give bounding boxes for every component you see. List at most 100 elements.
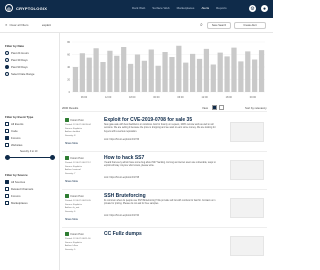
histogram-bar[interactable] [258, 50, 265, 92]
card-title[interactable]: SSH Bruteforcing [104, 193, 146, 199]
result-card[interactable]: Forum Post Posted: 12.06.21 08:19:05 Sour… [62, 190, 267, 228]
severity-label: Severity 4 to 10 [20, 150, 38, 153]
nav-link-alerts[interactable]: Alerts [201, 6, 209, 10]
card-meta: Posted: 12.06.21 08:19:05 Source: Exploit… [65, 200, 91, 214]
x-tick-label: 00:00 [153, 96, 160, 99]
checkbox-icon [5, 180, 9, 184]
date-option-label: Past 30 Days [11, 58, 28, 62]
badge-label: Forum Post [70, 232, 84, 236]
create-alert-button[interactable]: Create Alert [234, 22, 266, 29]
forum-post-badge: Forum Post [65, 156, 83, 160]
logo-icon: ◎ [5, 4, 13, 12]
card-body: I heard that every admin have some bug a… [104, 162, 216, 168]
histogram-bar[interactable] [169, 57, 175, 92]
radio-icon [5, 72, 9, 76]
event-option-websites[interactable]: Websites [5, 143, 22, 147]
source-option-all[interactable]: All Sources [5, 180, 25, 184]
event-option-forums[interactable]: Forums [5, 136, 20, 140]
slider-min-handle[interactable] [5, 155, 10, 160]
logo[interactable]: ◎ CRYPTOLOGIX [5, 4, 47, 12]
histogram-bar[interactable] [79, 53, 85, 92]
sort-dropdown[interactable]: Sort by relevancy [245, 106, 267, 110]
histogram-bar[interactable] [190, 53, 196, 92]
slider-max-handle[interactable] [50, 155, 55, 160]
save-search-button[interactable]: Save Search [207, 22, 231, 29]
x-tick-label: 12:00 [105, 96, 112, 99]
user-avatar-icon[interactable]: ● [261, 5, 268, 12]
histogram-bar[interactable] [183, 62, 189, 92]
histogram-bar[interactable] [217, 52, 223, 92]
forum-icon [65, 232, 69, 236]
share-more-link[interactable]: Share More [65, 180, 78, 183]
nav-link-reports[interactable]: Reports [216, 6, 227, 10]
date-option-90d[interactable]: Past 90 Days [5, 65, 28, 69]
date-option-30d[interactable]: Past 30 Days [5, 58, 28, 62]
source-option-marketplaces[interactable]: Marketplaces [5, 201, 28, 205]
histogram-bar[interactable] [238, 61, 244, 92]
card-title[interactable]: Exploit for CVE-2019-0708 for sale 35 [104, 117, 192, 123]
histogram-bar[interactable] [245, 51, 251, 92]
histogram-bar[interactable] [210, 64, 216, 93]
histogram-bar[interactable] [176, 45, 182, 92]
radio-icon [5, 65, 9, 69]
nav-link-marketplaces[interactable]: Marketplaces [177, 6, 195, 10]
histogram-bar[interactable] [162, 52, 168, 92]
share-more-link[interactable]: Share More [65, 218, 78, 221]
forum-icon [65, 156, 69, 160]
histogram-bar[interactable] [93, 48, 99, 92]
nav-link-surface-web[interactable]: Surface Web [152, 6, 169, 10]
event-option-all[interactable]: All Events [5, 122, 23, 126]
clear-filters-button[interactable]: ✕ Clear all filters [5, 23, 29, 27]
result-card[interactable]: Forum Post Posted: 12.06.21 08:11:50 Sour… [62, 228, 267, 270]
histogram-bar[interactable] [196, 58, 203, 92]
histogram-bar[interactable] [203, 48, 210, 92]
histogram-bar[interactable] [134, 54, 141, 93]
clear-filters-label: Clear all filters [9, 23, 29, 27]
card-title[interactable]: CC Fullz dumps [104, 231, 142, 237]
radio-icon [5, 51, 9, 55]
share-more-link[interactable]: Share More [65, 142, 78, 145]
histogram-bar[interactable] [114, 55, 120, 92]
histogram-bar[interactable] [155, 65, 161, 92]
forum-post-badge: Forum Post [65, 118, 83, 122]
search-bar: ✕ Clear all filters exploit ⌕ Save Searc… [0, 18, 273, 33]
badge-label: Forum Post [70, 156, 84, 160]
radio-icon [5, 58, 9, 62]
histogram-bar[interactable] [107, 50, 113, 92]
histogram-bar[interactable] [72, 67, 79, 92]
event-option-label: Code [11, 129, 18, 133]
histogram-bar[interactable] [252, 59, 258, 93]
x-tick-label: 18:00 [129, 96, 136, 99]
histogram-bar[interactable] [121, 47, 127, 92]
event-option-code[interactable]: Code [5, 129, 18, 133]
result-card[interactable]: Forum Post Posted: 12.06.21 08:33:44 Sour… [62, 114, 267, 152]
histogram-bar[interactable] [231, 47, 237, 92]
x-tick-label: 18:00 [226, 96, 233, 99]
nav-link-dark-web[interactable]: Dark Web [132, 6, 145, 10]
source-option-forums[interactable]: Forums [5, 194, 20, 198]
histogram-bar[interactable] [141, 60, 147, 92]
result-card[interactable]: Forum Post Posted: 12.06.21 08:27:12 Sour… [62, 152, 267, 190]
search-icon[interactable]: ⌕ [200, 22, 203, 28]
histogram-bar[interactable] [100, 62, 106, 92]
histogram-bar[interactable] [224, 56, 230, 92]
list-view-icon[interactable] [212, 105, 217, 110]
settings-icon[interactable]: ⚙ [249, 5, 256, 12]
date-option-range[interactable]: Select Date Range [5, 72, 34, 76]
card-meta: Posted: 12.06.21 08:33:44 Source: Exploit… [65, 124, 91, 138]
histogram-bar[interactable] [127, 63, 134, 92]
grid-view-icon[interactable] [219, 105, 224, 110]
event-option-label: Forums [11, 136, 21, 140]
histogram-bar[interactable] [148, 49, 154, 93]
histogram-bar[interactable] [86, 57, 92, 92]
severity-slider[interactable] [5, 155, 55, 160]
date-option-24h[interactable]: Past 24 Hours [5, 51, 29, 55]
source-option-deleted[interactable]: Deleted Channels [5, 187, 33, 191]
badge-label: Forum Post [70, 194, 84, 198]
card-link[interactable]: Link: https://forum.exploit.in/t/1738 [104, 177, 139, 179]
card-title[interactable]: How to hack SS7 [104, 155, 144, 161]
card-link[interactable]: Link: https://forum.exploit.in/t/1736 [104, 139, 139, 141]
card-thumbnail [230, 236, 264, 256]
search-input[interactable]: exploit [42, 23, 51, 27]
card-link[interactable]: Link: https://forum.exploit.in/t/1740 [104, 215, 139, 217]
